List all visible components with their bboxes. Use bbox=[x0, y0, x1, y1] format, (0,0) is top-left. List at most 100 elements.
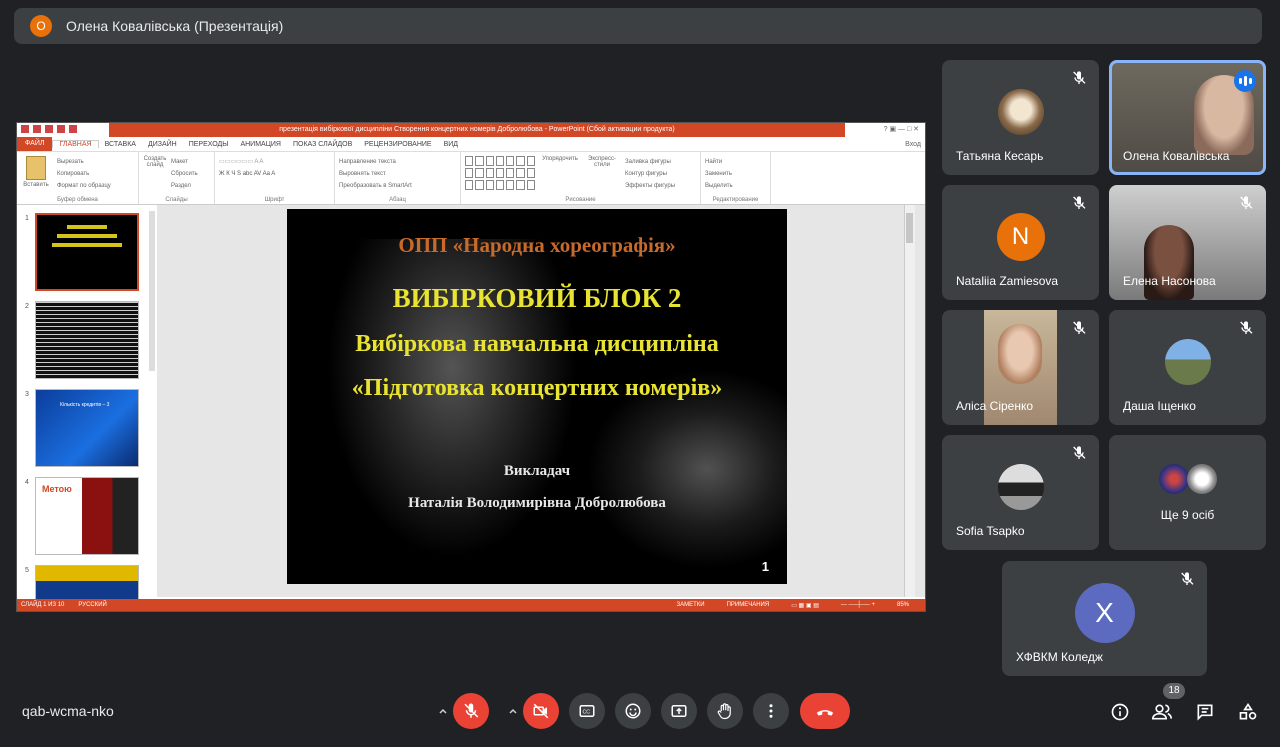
slides-group: Создать слайд Макет Сбросить Раздел Слай… bbox=[139, 152, 215, 204]
present-button[interactable] bbox=[661, 693, 697, 729]
paragraph-group: Направление текста Выровнять текст Преоб… bbox=[335, 152, 461, 204]
chat-button[interactable] bbox=[1193, 700, 1217, 724]
more-options-button[interactable] bbox=[753, 693, 789, 729]
info-icon bbox=[1111, 703, 1129, 721]
captions-button[interactable]: CC bbox=[569, 693, 605, 729]
replace-label: Заменить bbox=[705, 171, 732, 177]
participant-name: Елена Насонова bbox=[1123, 274, 1216, 288]
mic-off-icon bbox=[1181, 572, 1194, 585]
layout-label: Макет bbox=[171, 159, 188, 165]
present-icon bbox=[671, 705, 687, 717]
thumbnail-slide-4-text: Метою bbox=[42, 484, 72, 494]
shape-fill-label: Заливка фигуры bbox=[625, 159, 671, 165]
tab-slideshow: ПОКАЗ СЛАЙДОВ bbox=[292, 140, 353, 148]
thumbnail-row: 4 Метою bbox=[21, 477, 151, 557]
paste-icon bbox=[26, 156, 46, 180]
participant-tile[interactable]: Татьяна Кесарь bbox=[942, 60, 1099, 175]
thumbnail-slide-2 bbox=[35, 301, 139, 379]
slide-block-title: ВИБІРКОВИЙ БЛОК 2 bbox=[392, 283, 682, 313]
participant-tile[interactable]: Елена Насонова bbox=[1109, 185, 1266, 300]
tab-animation: АНИМАЦИЯ bbox=[240, 140, 281, 148]
leave-call-button[interactable] bbox=[800, 693, 850, 729]
thumbnail-row: 2 bbox=[21, 301, 151, 381]
participant-tile[interactable]: Аліса Сіренко bbox=[942, 310, 1099, 425]
clipboard-group: Вставить Вырезать Копировать Формат по о… bbox=[17, 152, 139, 204]
language-indicator: РУССКИЙ bbox=[78, 602, 107, 608]
meeting-details-button[interactable] bbox=[1108, 700, 1132, 724]
zoom-level: 85% bbox=[896, 601, 909, 608]
participant-tile[interactable]: Даша Іщенко bbox=[1109, 310, 1266, 425]
quick-styles-label: Экспресс-стили bbox=[588, 156, 616, 168]
mic-off-icon bbox=[1240, 321, 1253, 334]
slide-thumbnails: 1 2 3 Кількість кредитів – 3 4 Метою 5 bbox=[17, 205, 158, 611]
participant-tile[interactable]: Олена Ковалівська bbox=[1109, 60, 1266, 175]
slide-course-title: «Підготовка концертних номерів» bbox=[351, 375, 723, 401]
slide-discipline-label: Вибіркова навчальна дисципліна bbox=[355, 331, 719, 357]
participant-tile[interactable]: Sofia Tsapko bbox=[942, 435, 1099, 550]
participant-name: Sofia Tsapko bbox=[956, 524, 1025, 538]
thumbnail-number: 3 bbox=[25, 391, 29, 398]
camera-off-icon bbox=[533, 703, 549, 719]
thumbnail-row: 3 Кількість кредитів – 3 bbox=[21, 389, 151, 469]
section-label: Раздел bbox=[171, 183, 191, 189]
emoji-button[interactable] bbox=[615, 693, 651, 729]
audio-options-button[interactable] bbox=[433, 701, 453, 721]
activities-button[interactable] bbox=[1236, 700, 1260, 724]
shapes-gallery bbox=[465, 156, 535, 190]
tab-file: ФАЙЛ bbox=[17, 137, 53, 151]
reset-label: Сбросить bbox=[171, 171, 198, 177]
camera-toggle-button[interactable] bbox=[523, 693, 559, 729]
slide-program-title: ОПП «Народна хореографія» bbox=[398, 233, 676, 257]
emoji-icon bbox=[625, 703, 641, 719]
mic-off-icon bbox=[1073, 196, 1086, 209]
avatar bbox=[1187, 464, 1217, 494]
video-options-button[interactable] bbox=[503, 701, 523, 721]
captions-icon: CC bbox=[579, 705, 595, 717]
mic-off-icon bbox=[1073, 321, 1086, 334]
people-count-badge: 18 bbox=[1163, 683, 1185, 699]
more-participants-tile[interactable]: Ще 9 осіб bbox=[1109, 435, 1266, 550]
thumbnails-scrollbar bbox=[149, 211, 155, 371]
paste-label: Вставить bbox=[23, 182, 49, 188]
tab-view: ВИД bbox=[443, 140, 459, 148]
drawing-group: Упорядочить Экспресс-стили Заливка фигур… bbox=[461, 152, 701, 204]
thumbnail-number: 4 bbox=[25, 479, 29, 486]
participant-name: ХФВКМ Коледж bbox=[1016, 650, 1103, 664]
notes-label: ЗАМЕТКИ bbox=[676, 601, 705, 608]
editing-group: Найти Заменить Выделить Редактирование bbox=[701, 152, 771, 204]
ppt-window-title: презентація вибіркової дисципліни Створе… bbox=[109, 123, 845, 137]
tab-home: ГЛАВНАЯ bbox=[52, 140, 99, 148]
shape-outline-label: Контур фигуры bbox=[625, 171, 667, 177]
clipboard-group-label: Буфер обмена bbox=[57, 197, 98, 203]
presenter-bar: О Олена Ковалівська (Презентація) bbox=[14, 8, 1262, 44]
slide-stage: ОПП «Народна хореографія» ВИБІРКОВИЙ БЛО… bbox=[157, 205, 915, 597]
view-buttons: ▭ ▦ ▣ ▤ bbox=[791, 602, 819, 609]
thumbnail-slide-4: Метою bbox=[35, 477, 139, 555]
avatar bbox=[997, 463, 1044, 510]
select-label: Выделить bbox=[705, 183, 733, 189]
font-group-label: Шрифт bbox=[264, 197, 285, 203]
new-slide-label: Создать слайд bbox=[143, 156, 167, 168]
participant-tile[interactable]: N Nataliia Zamiesova bbox=[942, 185, 1099, 300]
mic-toggle-button[interactable] bbox=[453, 693, 489, 729]
ppt-ribbon: Вставить Вырезать Копировать Формат по о… bbox=[17, 152, 925, 205]
thumbnail-number: 2 bbox=[25, 303, 29, 310]
slide-page-number: 1 bbox=[761, 559, 769, 574]
thumbnail-number: 5 bbox=[25, 567, 29, 574]
shared-screen-powerpoint: презентація вибіркової дисципліни Створе… bbox=[16, 122, 926, 612]
shape-effects-label: Эффекты фигуры bbox=[625, 183, 676, 189]
drawing-group-label: Рисование bbox=[565, 197, 596, 203]
quick-access-toolbar bbox=[21, 125, 101, 135]
avatar: Х bbox=[1074, 582, 1135, 643]
participant-tile[interactable]: Х ХФВКМ Коледж bbox=[1002, 561, 1207, 676]
find-label: Найти bbox=[705, 159, 723, 165]
meeting-code: qab-wcma-nko bbox=[22, 703, 114, 719]
presenter-label: Олена Ковалівська (Презентація) bbox=[66, 18, 284, 34]
ppt-statusbar: СЛАЙД 1 ИЗ 10 РУССКИЙ ЗАМЕТКИ ПРИМЕЧАНИЯ… bbox=[17, 599, 925, 611]
speaking-indicator-icon bbox=[1234, 70, 1256, 92]
people-button[interactable] bbox=[1150, 700, 1174, 724]
current-slide: ОПП «Народна хореографія» ВИБІРКОВИЙ БЛО… bbox=[287, 209, 787, 584]
avatar bbox=[997, 88, 1044, 135]
presenter-avatar: О bbox=[30, 15, 52, 37]
raise-hand-button[interactable] bbox=[707, 693, 743, 729]
